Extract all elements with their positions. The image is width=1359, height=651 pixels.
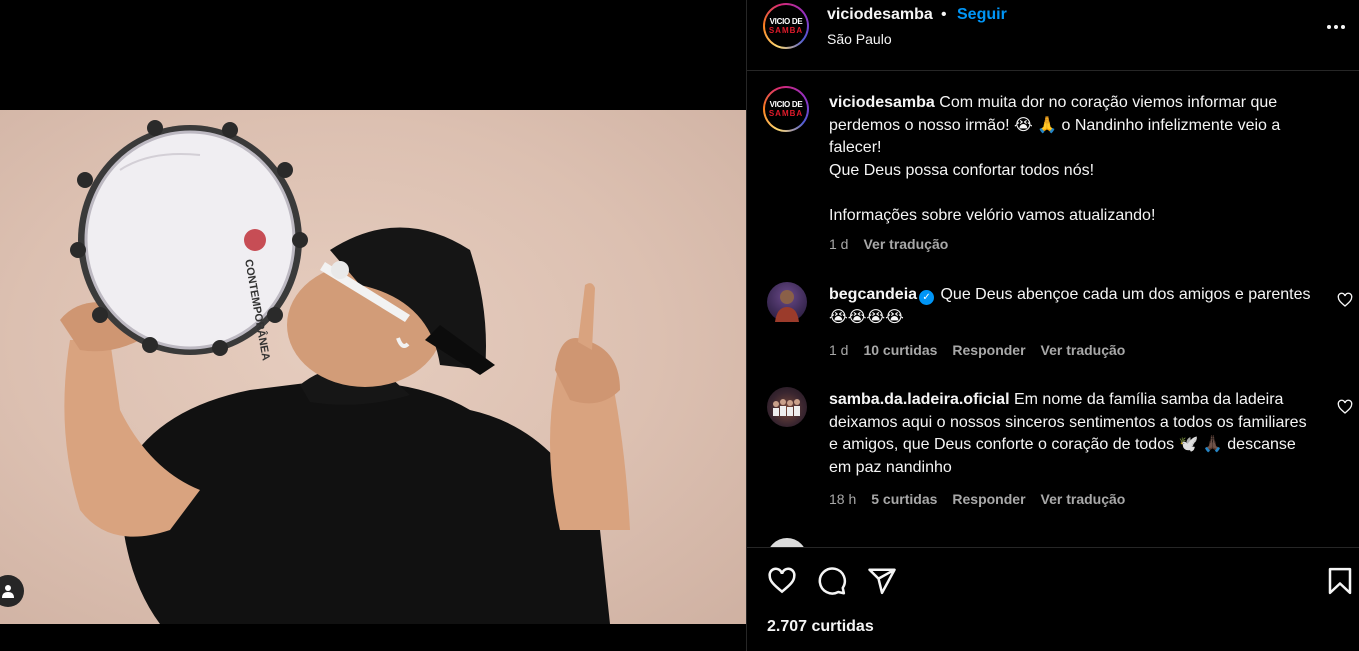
heart-icon bbox=[1337, 399, 1353, 415]
bookmark-icon bbox=[1325, 566, 1355, 596]
caption-line-2: Que Deus possa confortar todos nós! bbox=[829, 161, 1095, 179]
comment-like-button[interactable] bbox=[1337, 399, 1353, 415]
avatar[interactable]: VICIO DE SAMBA bbox=[763, 86, 809, 132]
logo-text-bottom: SAMBA bbox=[768, 26, 804, 35]
send-icon bbox=[867, 566, 897, 596]
comment-time[interactable]: 18 h bbox=[829, 491, 856, 507]
post-media[interactable]: CONTEMPORÂNEA bbox=[0, 0, 746, 651]
person-icon bbox=[0, 583, 16, 599]
separator-dot: • bbox=[941, 6, 947, 23]
comment-username[interactable]: samba.da.ladeira.oficial bbox=[829, 391, 1010, 408]
translate-link[interactable]: Ver tradução bbox=[1041, 342, 1126, 358]
caption-translate-link[interactable]: Ver tradução bbox=[863, 236, 948, 252]
comment-icon bbox=[817, 566, 847, 596]
comment-partial bbox=[747, 538, 1359, 547]
comment: samba.da.ladeira.oficial Em nome da famí… bbox=[747, 387, 1359, 517]
logo-text-top: VICIO DE bbox=[769, 100, 803, 109]
divider bbox=[747, 547, 1359, 548]
comments-section[interactable]: VICIO DE SAMBA viciodesamba Com muita do… bbox=[747, 72, 1359, 547]
post-header: VICIO DE SAMBA viciodesamba • Seguir São… bbox=[747, 0, 1359, 71]
post-location[interactable]: São Paulo bbox=[827, 31, 892, 47]
comment-like-button[interactable] bbox=[1337, 292, 1353, 308]
more-options-button[interactable] bbox=[1323, 14, 1349, 40]
comment-text: samba.da.ladeira.oficial Em nome da famí… bbox=[829, 389, 1314, 479]
comment: begcandeia ✓ Que Deus abençoe cada um dos… bbox=[747, 282, 1359, 372]
post-panel: VICIO DE SAMBA viciodesamba • Seguir São… bbox=[746, 0, 1359, 651]
commenter-avatar[interactable] bbox=[767, 387, 807, 427]
comment-button[interactable] bbox=[817, 566, 847, 596]
commenter-avatar[interactable] bbox=[767, 282, 807, 322]
comment-meta: 1 d 10 curtidas Responder Ver tradução bbox=[829, 342, 1140, 358]
heart-icon bbox=[767, 566, 797, 596]
comment-text: begcandeia ✓ Que Deus abençoe cada um dos… bbox=[829, 284, 1314, 329]
reply-button[interactable]: Responder bbox=[952, 342, 1025, 358]
post-photo[interactable]: CONTEMPORÂNEA bbox=[0, 110, 746, 624]
translate-link[interactable]: Ver tradução bbox=[1041, 491, 1126, 507]
post-author-username[interactable]: viciodesamba bbox=[827, 6, 933, 24]
caption-time[interactable]: 1 d bbox=[829, 236, 848, 252]
photo-illustration: CONTEMPORÂNEA bbox=[60, 120, 630, 624]
comment-username[interactable]: begcandeia bbox=[829, 286, 917, 303]
caption: VICIO DE SAMBA viciodesamba Com muita do… bbox=[747, 86, 1359, 256]
comment-meta: 18 h 5 curtidas Responder Ver tradução bbox=[829, 491, 1140, 507]
caption-line-3: Informações sobre velório vamos atualiza… bbox=[829, 206, 1156, 224]
like-button[interactable] bbox=[767, 566, 797, 596]
commenter-avatar[interactable] bbox=[767, 538, 807, 547]
likes-count[interactable]: 2.707 curtidas bbox=[767, 618, 874, 636]
caption-username[interactable]: viciodesamba bbox=[829, 94, 935, 111]
caption-meta: 1 d Ver tradução bbox=[829, 236, 963, 252]
share-button[interactable] bbox=[867, 566, 897, 596]
comment-time[interactable]: 1 d bbox=[829, 342, 848, 358]
save-button[interactable] bbox=[1325, 566, 1355, 596]
caption-text: viciodesamba Com muita dor no coração vi… bbox=[829, 92, 1314, 227]
logo-text-top: VICIO DE bbox=[769, 17, 803, 26]
comment-likes[interactable]: 5 curtidas bbox=[871, 491, 937, 507]
reply-button[interactable]: Responder bbox=[952, 491, 1025, 507]
logo-text-bottom: SAMBA bbox=[768, 109, 804, 118]
avatar[interactable]: VICIO DE SAMBA bbox=[763, 3, 809, 49]
more-horizontal-icon bbox=[1326, 17, 1346, 37]
verified-badge-icon: ✓ bbox=[919, 290, 935, 305]
post-actions bbox=[747, 560, 1359, 604]
heart-icon bbox=[1337, 292, 1353, 308]
follow-button[interactable]: Seguir bbox=[957, 6, 1007, 24]
comment-likes[interactable]: 10 curtidas bbox=[863, 342, 937, 358]
